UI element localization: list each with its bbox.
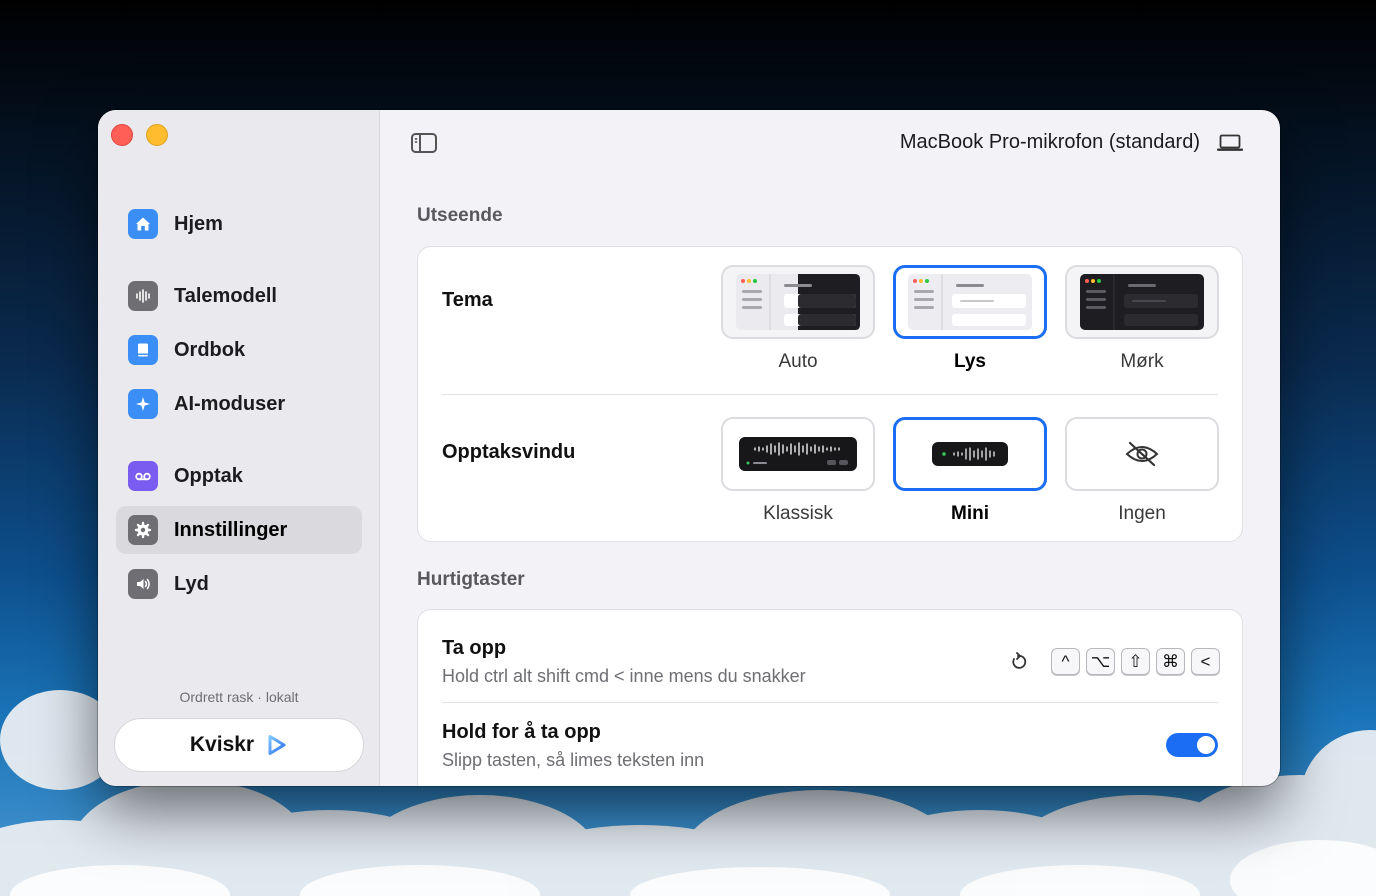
recording-option-label: Ingen xyxy=(1118,503,1166,524)
record-shortcut-subtitle: Hold ctrl alt shift cmd < inne mens du s… xyxy=(442,666,806,686)
theme-preview-light xyxy=(893,265,1047,339)
recording-option-mini[interactable]: Mini xyxy=(893,417,1047,525)
key-less-than: < xyxy=(1191,648,1220,675)
app-window: Hjem Talemodell Ordbok AI-moduser Opptak xyxy=(98,110,1280,786)
sidebar-item-label: AI-moduser xyxy=(174,392,286,415)
section-title-appearance: Utseende xyxy=(417,205,503,226)
record-shortcut-keys[interactable]: ^ ⌥ ⇧ ⌘ < xyxy=(1007,648,1220,675)
sidebar-item-ai-moduser[interactable]: AI-moduser xyxy=(116,380,362,428)
main-content: MacBook Pro-mikrofon (standard) Utseende… xyxy=(380,110,1280,786)
sidebar: Hjem Talemodell Ordbok AI-moduser Opptak xyxy=(98,110,380,786)
theme-preview-auto xyxy=(721,265,875,339)
sidebar-item-label: Hjem xyxy=(174,212,223,235)
key-shift: ⇧ xyxy=(1121,648,1150,675)
gear-icon xyxy=(128,515,158,545)
sparkle-icon xyxy=(128,389,158,419)
brand-button[interactable]: Kviskr xyxy=(114,718,364,772)
microphone-selector[interactable]: MacBook Pro-mikrofon (standard) xyxy=(900,131,1200,154)
theme-label: Tema xyxy=(442,289,493,311)
window-controls xyxy=(111,124,168,146)
voicemail-icon xyxy=(128,461,158,491)
divider xyxy=(442,702,1218,703)
recording-option-klassisk[interactable]: Klassisk xyxy=(721,417,875,525)
sidebar-toggle-icon[interactable] xyxy=(410,132,438,154)
speaker-icon xyxy=(128,569,158,599)
sidebar-item-innstillinger[interactable]: Innstillinger xyxy=(116,506,362,554)
recording-preview-none xyxy=(1065,417,1219,491)
key-command: ⌘ xyxy=(1156,648,1185,675)
theme-option-label: Auto xyxy=(778,351,818,372)
theme-preview-dark xyxy=(1065,265,1219,339)
sidebar-item-ordbok[interactable]: Ordbok xyxy=(116,326,362,374)
hold-to-record-title: Hold for å ta opp xyxy=(442,721,601,743)
eye-slash-icon xyxy=(1125,441,1159,467)
theme-option-label: Lys xyxy=(953,351,987,372)
divider xyxy=(442,394,1218,395)
recording-preview-classic xyxy=(721,417,875,491)
theme-option-lys[interactable]: Lys xyxy=(893,265,1047,373)
key-ctrl: ^ xyxy=(1051,648,1080,675)
play-logo-icon xyxy=(268,735,286,755)
close-button[interactable] xyxy=(111,124,133,146)
section-title-shortcuts: Hurtigtaster xyxy=(417,569,525,590)
recording-option-label: Klassisk xyxy=(763,503,833,524)
sidebar-item-label: Innstillinger xyxy=(174,518,288,541)
sidebar-item-talemodell[interactable]: Talemodell xyxy=(116,272,362,320)
waveform-icon xyxy=(128,281,158,311)
laptop-icon xyxy=(1217,134,1243,151)
house-icon xyxy=(128,209,158,239)
sidebar-item-opptak[interactable]: Opptak xyxy=(116,452,362,500)
sidebar-item-label: Ordbok xyxy=(174,338,246,361)
key-option: ⌥ xyxy=(1086,648,1115,675)
recording-window-label: Opptaksvindu xyxy=(442,441,576,463)
sidebar-item-label: Lyd xyxy=(174,572,209,595)
recording-option-label: Mini xyxy=(951,503,989,524)
theme-option-mork[interactable]: Mørk xyxy=(1065,265,1219,373)
minimize-button[interactable] xyxy=(146,124,168,146)
recording-option-ingen[interactable]: Ingen xyxy=(1065,417,1219,525)
reset-icon[interactable] xyxy=(1007,651,1029,673)
shortcuts-card: Ta opp Hold ctrl alt shift cmd < inne me… xyxy=(417,609,1243,786)
sidebar-item-hjem[interactable]: Hjem xyxy=(116,200,362,248)
theme-option-label: Mørk xyxy=(1120,351,1164,372)
sidebar-item-label: Opptak xyxy=(174,464,243,487)
sidebar-item-lyd[interactable]: Lyd xyxy=(116,560,362,608)
tagline: Ordrett rask · lokalt xyxy=(179,689,299,705)
toggle-knob xyxy=(1197,736,1215,754)
hold-to-record-subtitle: Slipp tasten, så limes teksten inn xyxy=(442,750,705,770)
brand-name: Kviskr xyxy=(189,733,255,756)
theme-option-auto[interactable]: Auto xyxy=(721,265,875,373)
hold-to-record-toggle[interactable] xyxy=(1166,733,1218,757)
record-shortcut-title: Ta opp xyxy=(442,637,507,659)
recording-preview-mini xyxy=(893,417,1047,491)
book-icon xyxy=(128,335,158,365)
appearance-card: Tema Auto Lys Mørk Opptaksvindu Klassisk… xyxy=(417,246,1243,542)
sidebar-item-label: Talemodell xyxy=(174,284,277,307)
